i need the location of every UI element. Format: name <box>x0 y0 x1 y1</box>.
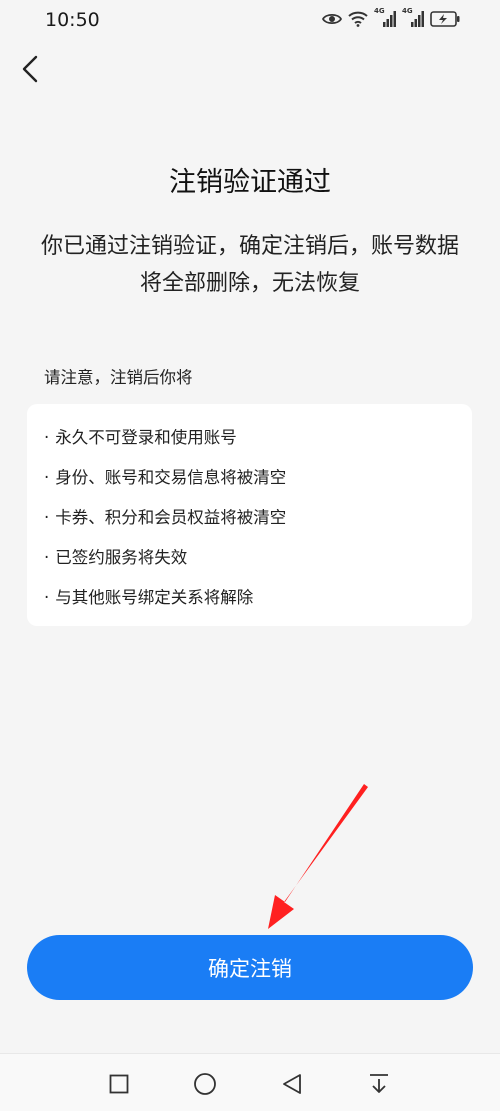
recents-button[interactable] <box>107 1072 131 1096</box>
battery-charging-icon <box>430 11 460 27</box>
back-triangle-icon <box>283 1074 301 1094</box>
wifi-icon <box>348 11 368 27</box>
home-circle-icon <box>194 1073 216 1095</box>
recents-square-icon <box>109 1074 129 1094</box>
pull-down-button[interactable] <box>367 1072 391 1096</box>
notice-item: · 已签约服务将失效 <box>44 538 472 578</box>
notice-item-text: 永久不可登录和使用账号 <box>55 428 237 447</box>
arrow-shape <box>268 784 368 929</box>
status-icons: 4G 4G <box>322 7 460 29</box>
notice-item: · 身份、账号和交易信息将被清空 <box>44 458 472 498</box>
bullet: · <box>44 548 50 567</box>
status-time: 10:50 <box>45 9 100 31</box>
notice-item-text: 身份、账号和交易信息将被清空 <box>55 468 287 487</box>
signal-4g-icon: 4G <box>402 7 424 28</box>
page-subtitle: 你已通过注销验证，确定注销后，账号数据将全部删除，无法恢复 <box>40 234 459 296</box>
bullet: · <box>44 468 50 487</box>
eye-icon <box>322 13 342 25</box>
bullet: · <box>44 428 50 447</box>
notice-item-text: 与其他账号绑定关系将解除 <box>55 588 254 607</box>
notice-card: · 永久不可登录和使用账号 · 身份、账号和交易信息将被清空 · 卡券、积分和会员权益… <box>27 404 472 626</box>
back-button[interactable] <box>14 52 46 86</box>
confirm-deregister-button[interactable]: 确定注销 <box>27 935 473 1000</box>
bullet: · <box>44 508 50 527</box>
notice-item: · 与其他账号绑定关系将解除 <box>44 578 472 618</box>
notice-item-text: 卡券、积分和会员权益将被清空 <box>55 508 287 527</box>
home-button[interactable] <box>193 1072 217 1096</box>
page-title: 注销验证通过 <box>169 167 331 198</box>
pull-down-icon <box>370 1074 388 1093</box>
status-bar: 10:50 4G 4G <box>0 0 500 40</box>
notice-item: · 永久不可登录和使用账号 <box>44 418 472 458</box>
nav-back-button[interactable] <box>280 1072 304 1096</box>
chevron-left-icon <box>22 55 38 83</box>
notice-item-text: 已签约服务将失效 <box>55 548 188 567</box>
signal-4g-icon: 4G <box>374 7 396 28</box>
notice-label: 请注意，注销后你将 <box>44 368 193 387</box>
nav-bar <box>0 1053 500 1111</box>
notice-item: · 卡券、积分和会员权益将被清空 <box>44 498 472 538</box>
bullet: · <box>44 588 50 607</box>
